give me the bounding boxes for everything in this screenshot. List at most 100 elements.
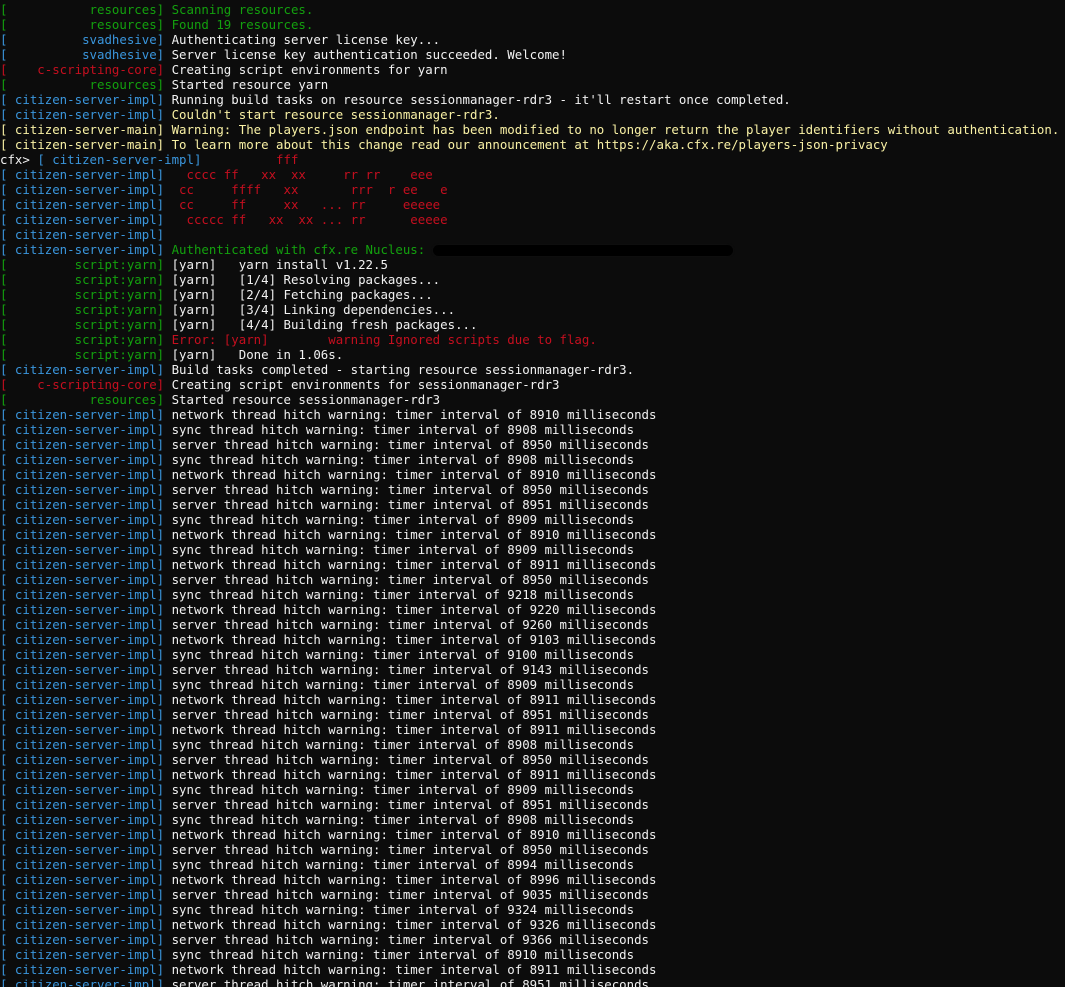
log-line: [ citizen-server-impl] server thread hit… [0,572,1065,587]
log-line: [ resources] Found 19 resources. [0,17,1065,32]
tag-bracket-close: ] [156,422,172,437]
log-line: [ citizen-server-impl] sync thread hitch… [0,857,1065,872]
tag-bracket-close: ] [156,857,172,872]
log-line: [ citizen-server-impl] cc ff xx ... rr e… [0,197,1065,212]
log-source-tag: script:yarn [7,332,157,347]
log-line: [ citizen-server-impl] network thread hi… [0,467,1065,482]
tag-bracket-close: ] [156,392,172,407]
log-source-tag: citizen-server-impl [7,962,157,977]
log-message: cc ff xx ... rr eeeee [171,197,441,212]
log-source-tag: citizen-server-impl [7,662,157,677]
log-message: sync thread hitch warning: timer interva… [171,737,635,752]
tag-bracket-close: ] [156,782,172,797]
tag-bracket-close: ] [156,677,172,692]
tag-bracket-close: ] [156,347,172,362]
log-source-tag: resources [7,17,157,32]
tag-bracket-close: ] [156,512,172,527]
log-source-tag: resources [7,392,157,407]
log-line: [ citizen-server-impl] sync thread hitch… [0,737,1065,752]
log-line: [ citizen-server-impl] network thread hi… [0,872,1065,887]
log-source-tag: citizen-server-impl [7,737,157,752]
log-line: [ citizen-server-impl] network thread hi… [0,722,1065,737]
log-line: [ citizen-server-impl] server thread hit… [0,842,1065,857]
tag-bracket-close: ] [156,107,172,122]
tag-bracket-close: ] [156,377,172,392]
log-line: [ script:yarn] [yarn] yarn install v1.22… [0,257,1065,272]
log-source-tag: svadhesive [7,32,157,47]
tag-bracket-close: ] [156,557,172,572]
log-source-tag: citizen-server-impl [7,752,157,767]
tag-bracket-close: ] [156,647,172,662]
log-message: sync thread hitch warning: timer interva… [171,542,635,557]
log-source-tag: citizen-server-impl [7,167,157,182]
log-message: network thread hitch warning: timer inte… [171,767,657,782]
log-message: network thread hitch warning: timer inte… [171,722,657,737]
log-source-tag: citizen-server-impl [7,542,157,557]
log-source-tag: citizen-server-impl [7,812,157,827]
tag-bracket-close: ] [156,17,172,32]
tag-bracket-open: [ [37,152,45,167]
log-message: server thread hitch warning: timer inter… [171,842,650,857]
log-line: [ c-scripting-core] Creating script envi… [0,377,1065,392]
log-line: [ citizen-server-impl] sync thread hitch… [0,812,1065,827]
tag-bracket-close: ] [156,902,172,917]
log-line: [ citizen-server-impl] [0,227,1065,242]
tag-bracket-close: ] [156,542,172,557]
log-message: server thread hitch warning: timer inter… [171,977,650,987]
tag-bracket-close: ] [156,2,172,17]
log-source-tag: citizen-server-impl [7,512,157,527]
log-message: ccccc ff xx xx ... rr eeeee [171,212,448,227]
tag-bracket-close: ] [156,437,172,452]
log-source-tag: citizen-server-impl [7,887,157,902]
log-message: sync thread hitch warning: timer interva… [171,512,635,527]
tag-bracket-close: ] [156,362,172,377]
log-line: [ script:yarn] [yarn] Done in 1.06s. [0,347,1065,362]
log-line: [ citizen-server-impl] Couldn't start re… [0,107,1065,122]
tag-bracket-close: ] [156,497,172,512]
log-line: [ script:yarn] [yarn] [2/4] Fetching pac… [0,287,1065,302]
log-message: network thread hitch warning: timer inte… [171,632,657,647]
log-line: [ citizen-server-impl] server thread hit… [0,932,1065,947]
log-source-tag: citizen-server-impl [7,692,157,707]
log-message: [yarn] yarn install v1.22.5 [171,257,388,272]
log-source-tag: citizen-server-impl [7,227,157,242]
tag-bracket-close: ] [156,467,172,482]
log-line: [ citizen-server-impl] server thread hit… [0,887,1065,902]
log-line: [ citizen-server-impl] sync thread hitch… [0,512,1065,527]
log-message: Build tasks completed - starting resourc… [171,362,635,377]
log-source-tag: citizen-server-impl [7,782,157,797]
log-line: [ citizen-server-impl] network thread hi… [0,917,1065,932]
tag-bracket-close: ] [156,227,172,242]
log-line: [ svadhesive] Authenticating server lice… [0,32,1065,47]
log-line: [ citizen-server-impl] network thread hi… [0,602,1065,617]
log-message: Error: [yarn] warning Ignored scripts du… [171,332,597,347]
log-message: server thread hitch warning: timer inter… [171,482,650,497]
tag-bracket-close: ] [156,302,172,317]
log-source-tag: citizen-server-impl [7,677,157,692]
tag-bracket-close: ] [156,947,172,962]
tag-bracket-close: ] [156,737,172,752]
log-line: [ citizen-server-impl] sync thread hitch… [0,542,1065,557]
log-line: [ citizen-server-impl] server thread hit… [0,497,1065,512]
log-message: server thread hitch warning: timer inter… [171,662,650,677]
log-source-tag: citizen-server-impl [7,632,157,647]
log-message: sync thread hitch warning: timer interva… [171,947,635,962]
log-message: network thread hitch warning: timer inte… [171,602,657,617]
tag-bracket-close: ] [156,767,172,782]
log-source-tag: citizen-server-impl [7,467,157,482]
console-output[interactable]: [ resources] Scanning resources.[ resour… [0,0,1065,987]
log-line: [ resources] Scanning resources. [0,2,1065,17]
log-source-tag: citizen-server-impl [7,437,157,452]
log-line: [ citizen-server-impl] network thread hi… [0,527,1065,542]
log-source-tag: citizen-server-impl [7,827,157,842]
log-message: cc ffff xx rrr r ee e [171,182,448,197]
log-source-tag: citizen-server-impl [44,152,194,167]
log-source-tag: citizen-server-impl [7,482,157,497]
tag-bracket-close: ] [156,452,172,467]
tag-bracket-close: ] [156,572,172,587]
log-message: network thread hitch warning: timer inte… [171,962,657,977]
log-source-tag: c-scripting-core [7,62,157,77]
console-prompt: cfx> [0,152,38,167]
tag-bracket-close: ] [156,812,172,827]
log-source-tag: citizen-server-impl [7,902,157,917]
